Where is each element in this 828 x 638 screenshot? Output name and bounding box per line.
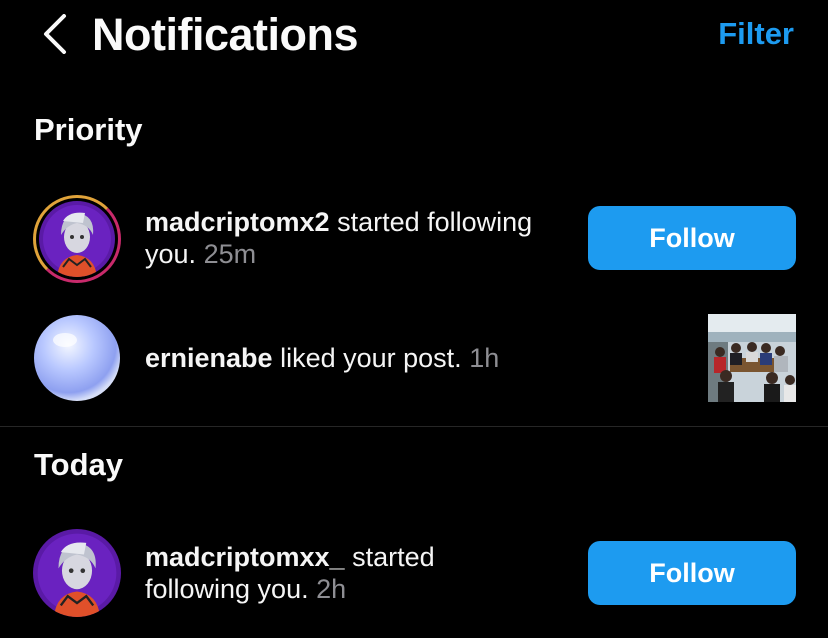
post-thumbnail-image — [708, 314, 796, 402]
username[interactable]: madcriptomx2 — [145, 207, 330, 237]
notification-text: ernienabe liked your post. 1h — [145, 342, 499, 374]
follow-button[interactable]: Follow — [588, 206, 796, 270]
follow-button[interactable]: Follow — [588, 541, 796, 605]
notification-action: started following — [337, 207, 533, 237]
timestamp: 25m — [203, 239, 257, 269]
section-title-today: Today — [34, 447, 123, 482]
post-thumbnail[interactable] — [708, 314, 796, 402]
username[interactable]: madcriptomxx_ — [145, 542, 345, 572]
notification-row[interactable]: madcriptomxx_ started following you. 2h … — [0, 529, 828, 619]
notification-action-continued: following you. — [145, 574, 309, 604]
avatar-image — [33, 529, 121, 617]
filter-button[interactable]: Filter — [718, 16, 794, 52]
page-title: Notifications — [92, 9, 359, 60]
header-bar: Notifications Filter — [0, 0, 828, 72]
timestamp: 2h — [316, 574, 347, 604]
notification-text: madcriptomxx_ started following you. 2h — [145, 541, 435, 605]
avatar-image — [39, 201, 115, 277]
timestamp: 1h — [469, 343, 500, 373]
notification-row[interactable]: ernienabe liked your post. 1h — [0, 314, 828, 404]
username[interactable]: ernienabe — [145, 343, 273, 373]
back-chevron-icon[interactable] — [40, 14, 72, 54]
notification-action-continued: you. — [145, 239, 197, 269]
notification-action: liked your post. — [280, 343, 462, 373]
section-divider — [0, 426, 828, 427]
avatar[interactable] — [33, 314, 121, 402]
avatar[interactable] — [33, 195, 121, 283]
notification-action: started — [352, 542, 435, 572]
avatar[interactable] — [33, 529, 121, 617]
notification-row[interactable]: madcriptomx2 started following you. 25m … — [0, 194, 828, 284]
section-title-priority: Priority — [34, 112, 143, 147]
avatar-image — [33, 314, 121, 402]
notification-text: madcriptomx2 started following you. 25m — [145, 206, 532, 270]
